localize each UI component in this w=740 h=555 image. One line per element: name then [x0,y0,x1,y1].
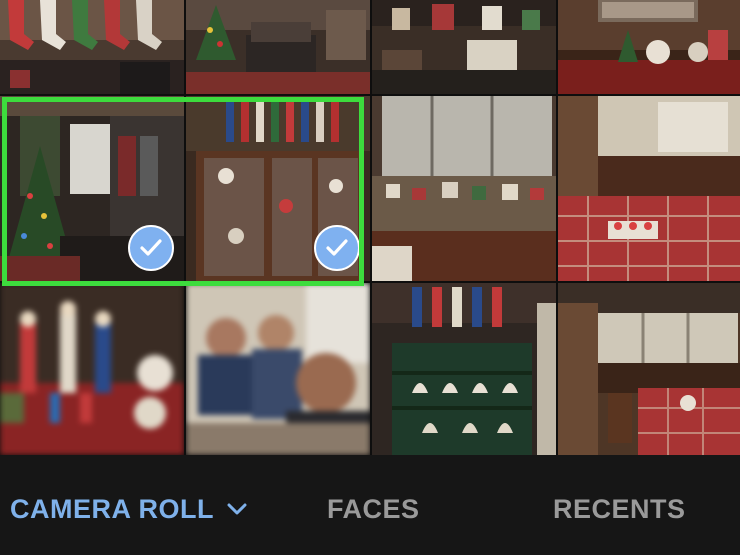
photo-thumbnail[interactable] [558,0,740,94]
tab-faces-label: FACES [327,493,420,524]
photo-thumbnail[interactable] [372,96,556,281]
photo-thumbnail[interactable] [0,283,184,455]
checkmark-selected-icon[interactable] [314,225,360,271]
photo-thumbnail[interactable] [186,283,370,455]
bottom-tab-bar: CAMERA ROLL FACES RECENTS [0,455,740,555]
photo-living-room [186,0,370,94]
photo-window-village [372,96,556,281]
photo-picker-screen: CAMERA ROLL FACES RECENTS [0,0,740,555]
tab-camera-roll[interactable]: CAMERA ROLL [10,489,248,529]
tab-faces[interactable]: FACES [327,489,420,529]
photo-thumbnail-selected[interactable] [186,96,370,281]
photo-thumbnail-selected[interactable] [0,96,184,281]
photo-thumbnail[interactable] [0,0,184,94]
photo-nutcrackers [0,283,184,455]
photo-thumbnail[interactable] [186,0,370,94]
photo-thumbnail[interactable] [372,0,556,94]
photo-stockings [0,0,184,94]
tab-recents-label: RECENTS [553,493,686,524]
photo-thumbnail[interactable] [558,96,740,281]
photo-village-shelf [372,0,556,94]
photo-dining-room [558,283,740,455]
tab-camera-roll-label: CAMERA ROLL [10,493,214,524]
photo-selfie [186,283,370,455]
photo-dining-buffet [558,0,740,94]
photo-thumbnail[interactable] [372,283,556,455]
checkmark-selected-icon[interactable] [128,225,174,271]
chevron-down-icon[interactable] [226,502,248,516]
tab-recents[interactable]: RECENTS [553,489,686,529]
photo-grid [0,0,740,455]
photo-bell-shelf [372,283,556,455]
photo-plaid-table [558,96,740,281]
photo-thumbnail[interactable] [558,283,740,455]
